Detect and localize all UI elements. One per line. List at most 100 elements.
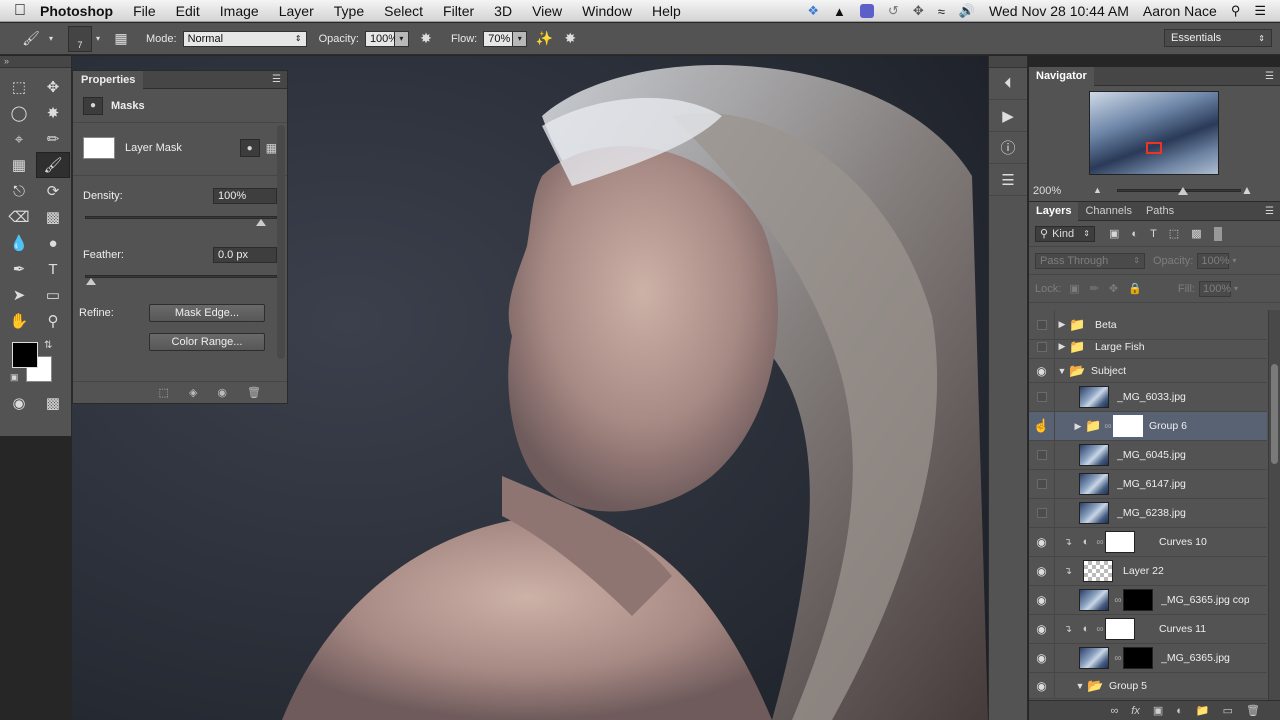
pressure-size-icon[interactable]: ✸ [557, 27, 583, 51]
navigator-zoom-knob[interactable] [1178, 187, 1188, 195]
layers-scrollbar[interactable] [1268, 310, 1280, 700]
zoom-in-icon[interactable]: ▲ [1241, 183, 1253, 197]
expand-arrow-icon[interactable]: ▶ [1055, 341, 1069, 352]
navigator-view-box[interactable] [1146, 142, 1162, 154]
tab-paths[interactable]: Paths [1139, 202, 1181, 221]
apply-mask-icon[interactable]: ◈ [189, 386, 197, 399]
apple-icon[interactable]:  [0, 2, 40, 20]
brush-panel-toggle-icon[interactable]: ▦ [108, 27, 134, 51]
hand-tool-icon[interactable]: ✋ [2, 308, 36, 334]
link-layers-icon[interactable]: ∞ [1110, 705, 1118, 717]
density-slider-knob[interactable] [256, 219, 266, 226]
history-brush-tool-icon[interactable]: ⟳ [36, 178, 70, 204]
navigator-zoom-value[interactable]: 200% [1033, 185, 1061, 197]
preset-dropdown-icon[interactable]: ▾ [44, 27, 58, 51]
collapse-arrow-icon[interactable]: ▼ [1055, 366, 1069, 376]
density-field[interactable]: 100% [213, 188, 277, 204]
tab-properties[interactable]: Properties [73, 70, 144, 89]
filter-toggle-icon[interactable] [1213, 226, 1222, 241]
link-icon[interactable]: ∞ [1095, 624, 1105, 635]
default-colors-icon[interactable]: ▣ [10, 372, 19, 383]
layers-scrollbar-thumb[interactable] [1271, 364, 1278, 464]
mode-select[interactable]: Normal ⇕ [182, 30, 307, 47]
expand-arrow-icon[interactable]: ▶ [1055, 319, 1069, 330]
pressure-opacity-icon[interactable]: ✸ [413, 27, 439, 51]
info-panel-icon[interactable]: ⓘ [989, 132, 1027, 164]
add-mask-icon[interactable]: ▣ [1153, 704, 1163, 717]
visibility-toggle[interactable]: ◉ [1029, 672, 1055, 699]
layer-row-curves-10[interactable]: ◉ ↴ ◐ ∞ Curves 10 [1029, 527, 1267, 557]
lock-transparent-icon[interactable]: ▣ [1069, 282, 1079, 295]
filter-adjustment-icon[interactable]: ◐ [1131, 228, 1138, 240]
link-icon[interactable]: ∞ [1103, 421, 1113, 432]
new-adjustment-icon[interactable]: ◐ [1176, 705, 1183, 717]
menubar-user[interactable]: Aaron Nace [1143, 3, 1217, 19]
menu-help[interactable]: Help [652, 3, 681, 19]
visibility-toggle[interactable]: ◉ [1029, 556, 1055, 586]
layer-mask-thumbnail[interactable] [1123, 647, 1153, 669]
link-icon[interactable]: ∞ [1113, 595, 1123, 606]
visibility-toggle[interactable]: ◉ [1029, 527, 1055, 557]
add-vector-mask-icon[interactable]: ▦ [266, 141, 277, 155]
menu-3d[interactable]: 3D [494, 3, 512, 19]
panel-menu-icon[interactable]: ☰ [1265, 206, 1274, 217]
menu-image[interactable]: Image [220, 3, 259, 19]
flow-field[interactable]: 70% [483, 30, 514, 47]
dropbox-icon[interactable]: ❖ [807, 3, 819, 19]
fill-dropdown-icon[interactable]: ▾ [1234, 284, 1238, 293]
volume-icon[interactable]: 🔊 [959, 3, 975, 19]
brush-tool-preset-icon[interactable]: 🖌 [18, 27, 44, 51]
layer-row-mg-6045[interactable]: _MG_6045.jpg [1029, 440, 1267, 470]
visibility-toggle[interactable] [1029, 469, 1055, 499]
zoom-out-icon[interactable]: ▲ [1093, 185, 1102, 195]
brush-tool-icon[interactable]: 🖌 [36, 152, 70, 178]
properties-scrollbar[interactable] [277, 125, 285, 359]
dodge-tool-icon[interactable]: ● [36, 230, 70, 256]
layer-row-subject[interactable]: ◉ ▼ 📂 Subject [1029, 358, 1267, 383]
toggle-mask-visibility-icon[interactable]: ◉ [217, 386, 227, 399]
lasso-tool-icon[interactable]: ◯ [2, 100, 36, 126]
move-tool-icon[interactable]: ✥ [36, 74, 70, 100]
swap-colors-icon[interactable]: ⇅ [44, 340, 52, 351]
drive-icon[interactable]: ▲ [833, 4, 846, 19]
layer-filter-select[interactable]: ⚲ Kind ⇕ [1035, 225, 1095, 242]
visibility-toggle[interactable] [1029, 334, 1055, 359]
new-layer-icon[interactable]: ▭ [1223, 704, 1233, 717]
layer-mask-thumbnail[interactable] [1105, 531, 1135, 553]
visibility-toggle[interactable]: ◉ [1029, 614, 1055, 644]
magic-wand-tool-icon[interactable]: ✸ [36, 100, 70, 126]
menubar-clock[interactable]: Wed Nov 28 10:44 AM [989, 3, 1129, 19]
menu-type[interactable]: Type [334, 3, 364, 19]
filter-pixel-icon[interactable]: ▣ [1109, 227, 1119, 240]
mask-edge-button[interactable]: Mask Edge... [149, 304, 265, 322]
layer-row-mg-6033[interactable]: _MG_6033.jpg [1029, 382, 1267, 412]
expand-arrow-icon[interactable]: ▶ [1071, 421, 1085, 432]
eyedropper-tool-icon[interactable]: ✏ [36, 126, 70, 152]
delete-mask-icon[interactable]: 🗑 [247, 386, 261, 399]
panel-menu-icon[interactable]: ☰ [272, 74, 281, 85]
load-selection-icon[interactable]: ⬚ [159, 386, 169, 399]
layer-row-mg-6238[interactable]: _MG_6238.jpg [1029, 498, 1267, 528]
quick-mask-icon[interactable]: ◉ [2, 390, 36, 416]
fill-field[interactable]: 100% [1198, 280, 1231, 297]
filter-type-icon[interactable]: T [1150, 228, 1157, 240]
actions-panel-icon[interactable]: ▶ [989, 100, 1027, 132]
filter-smart-object-icon[interactable]: ▩ [1191, 227, 1201, 240]
blur-tool-icon[interactable]: 💧 [2, 230, 36, 256]
collapse-arrow-icon[interactable]: ▼ [1073, 681, 1087, 691]
history-panel-icon[interactable]: ⏴ [989, 68, 1027, 100]
app-menu[interactable]: Photoshop [40, 3, 113, 19]
color-range-button[interactable]: Color Range... [149, 333, 265, 351]
flow-dropdown-icon[interactable]: ▾ [513, 30, 528, 47]
opacity-dropdown-icon[interactable]: ▾ [394, 30, 409, 47]
tools-panel-header[interactable]: » [0, 56, 71, 68]
move-icon[interactable]: ✥ [913, 3, 924, 19]
visibility-toggle[interactable] [1029, 498, 1055, 528]
opacity-field[interactable]: 100% [364, 30, 398, 47]
airbrush-icon[interactable]: ✨ [531, 27, 557, 51]
marquee-tool-icon[interactable]: ⬚ [2, 74, 36, 100]
layer-row-large-fish[interactable]: ▶ 📁 Large Fish [1029, 334, 1267, 359]
time-machine-icon[interactable]: ↺ [888, 3, 899, 19]
menu-window[interactable]: Window [582, 3, 632, 19]
rectangle-tool-icon[interactable]: ▭ [36, 282, 70, 308]
